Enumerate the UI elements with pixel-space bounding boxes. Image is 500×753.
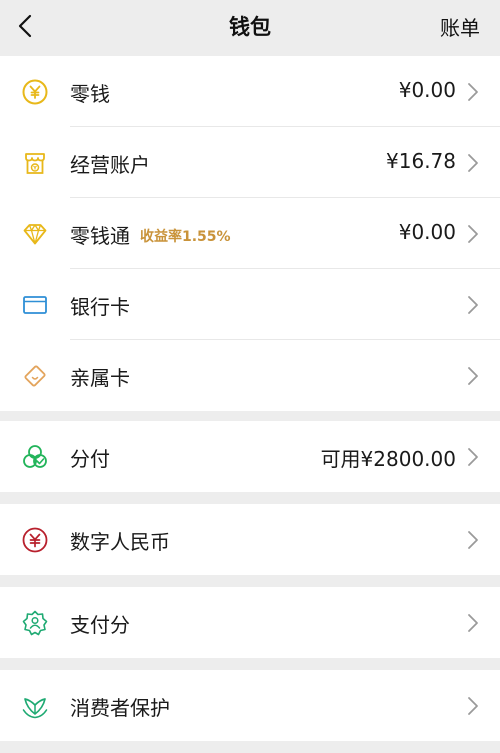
digital-rmb-group: 数字人民币	[0, 504, 500, 575]
list-item-value: 可用¥2800.00	[320, 447, 456, 471]
wallet-balance-group: 零钱 ¥0.00 经营账户 ¥16.78 零钱通 收益率1.55% ¥0.00 …	[0, 56, 500, 411]
yield-rate-text: 收益率1.55%	[140, 229, 231, 245]
list-item-lingqiantong[interactable]: 零钱通 收益率1.55% ¥0.00	[0, 198, 500, 269]
bank-card-icon	[21, 291, 49, 319]
diamond-icon	[21, 220, 49, 248]
coin-yuan-icon	[21, 78, 49, 106]
fenfu-icon	[21, 443, 49, 471]
list-item-label: 经营账户	[70, 153, 150, 177]
list-item-business-account[interactable]: 经营账户 ¥16.78	[0, 127, 500, 198]
list-item-consumer-protection[interactable]: 消费者保护	[0, 670, 500, 741]
bill-button[interactable]: 账单	[440, 12, 480, 41]
chevron-right-icon	[466, 223, 480, 245]
chevron-right-icon	[466, 695, 480, 717]
list-item-value: ¥0.00	[398, 78, 456, 102]
list-item-change[interactable]: 零钱 ¥0.00	[0, 56, 500, 127]
list-item-value: ¥0.00	[398, 220, 456, 244]
family-card-icon	[21, 362, 49, 390]
shop-account-icon	[21, 149, 49, 177]
chevron-right-icon	[466, 446, 480, 468]
list-item-label: 支付分	[70, 613, 130, 637]
chevron-right-icon	[466, 294, 480, 316]
pay-score-group: 支付分	[0, 587, 500, 658]
list-item-title: 零钱通	[70, 224, 130, 248]
list-item-label: 零钱通 收益率1.55%	[70, 220, 231, 249]
chevron-right-icon	[466, 81, 480, 103]
list-item-label: 亲属卡	[70, 366, 130, 390]
list-item-value: ¥16.78	[386, 149, 456, 173]
chevron-right-icon	[466, 365, 480, 387]
list-item-fenfu[interactable]: 分付 可用¥2800.00	[0, 421, 500, 492]
nav-bar: 钱包 账单	[0, 0, 500, 55]
consumer-protection-group: 消费者保护	[0, 670, 500, 741]
list-item-label: 分付	[70, 447, 110, 471]
digital-rmb-icon	[21, 526, 49, 554]
list-item-label: 数字人民币	[70, 530, 170, 554]
page-title: 钱包	[229, 15, 271, 39]
list-item-family-card[interactable]: 亲属卡	[0, 340, 500, 411]
pay-score-icon	[21, 609, 49, 637]
chevron-right-icon	[466, 529, 480, 551]
consumer-protection-icon	[21, 692, 49, 720]
list-item-label: 银行卡	[70, 295, 130, 319]
list-item-bank-card[interactable]: 银行卡	[0, 269, 500, 340]
list-item-digital-rmb[interactable]: 数字人民币	[0, 504, 500, 575]
list-item-label: 零钱	[70, 82, 110, 106]
list-item-label: 消费者保护	[70, 696, 170, 720]
chevron-right-icon	[466, 152, 480, 174]
fenfu-group: 分付 可用¥2800.00	[0, 421, 500, 492]
chevron-right-icon	[466, 612, 480, 634]
list-item-pay-score[interactable]: 支付分	[0, 587, 500, 658]
